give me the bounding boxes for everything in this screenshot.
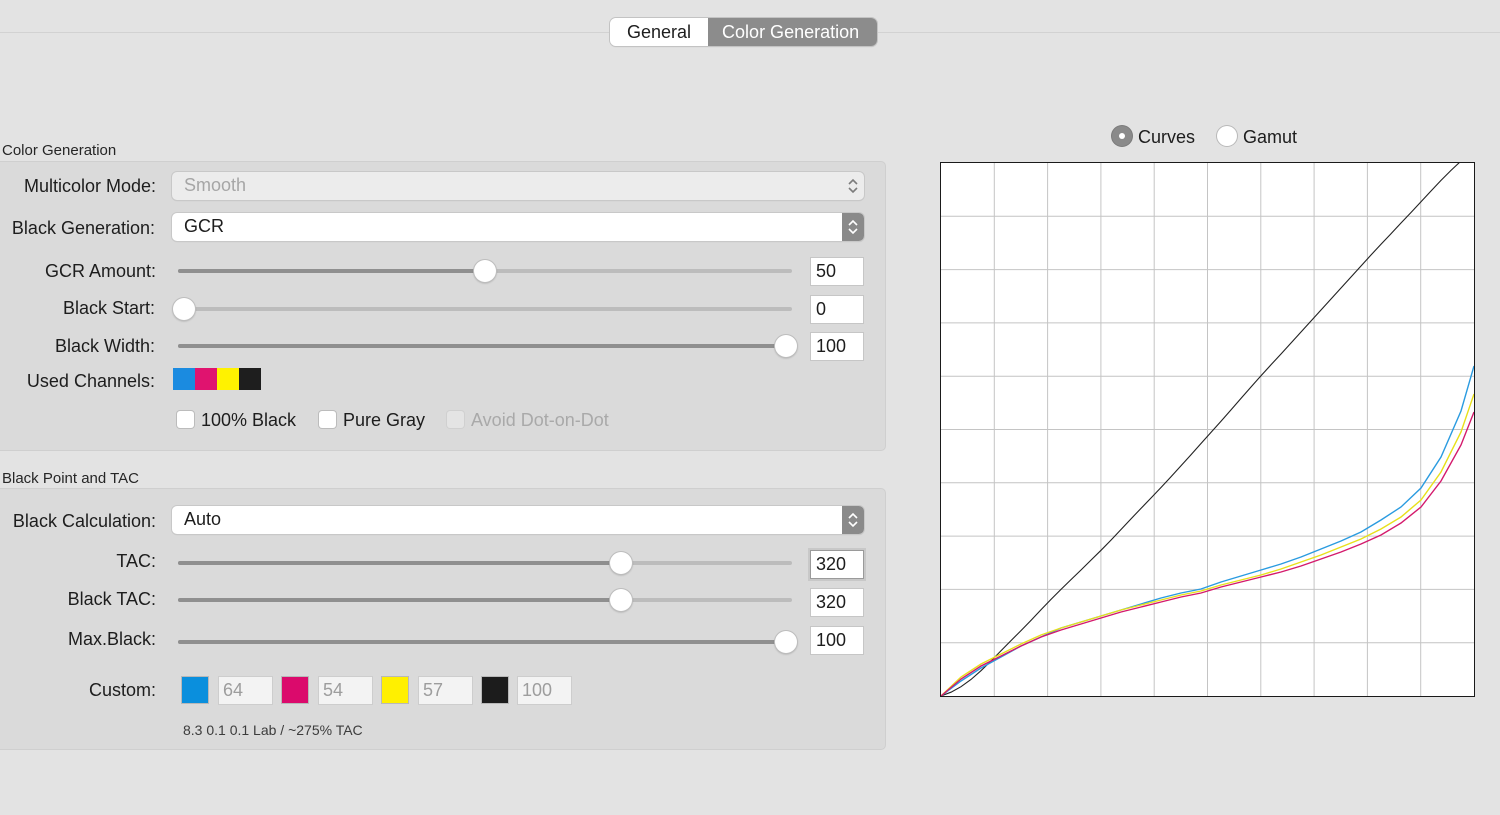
tac-label: TAC: — [116, 551, 156, 571]
black-tac-slider-track[interactable] — [178, 598, 792, 602]
used-channels-label: Used Channels: — [26, 371, 155, 391]
tac-slider-fill — [178, 561, 624, 565]
black-generation-value: GCR — [184, 216, 224, 236]
checkbox-pure-gray-label[interactable]: Pure Gray — [343, 410, 425, 431]
multicolor-mode-label: Multicolor Mode: — [23, 176, 156, 196]
black-width-slider-track[interactable] — [178, 344, 792, 348]
black-generation-label: Black Generation: — [11, 218, 155, 238]
black-start-slider-thumb[interactable] — [173, 298, 195, 320]
channel-chip-black — [239, 368, 261, 390]
multicolor-mode-select[interactable]: Smooth — [172, 172, 864, 200]
radio-gamut-label[interactable]: Gamut — [1243, 127, 1297, 148]
section-title-black-point: Black Point and TAC — [2, 470, 140, 487]
radio-curves[interactable] — [1112, 126, 1132, 146]
tab-bar: General Color Generation — [610, 18, 878, 46]
checkbox-100-black-label[interactable]: 100% Black — [201, 410, 296, 431]
gcr-amount-label: GCR Amount: — [44, 261, 156, 281]
up-down-arrows-icon — [842, 213, 864, 241]
max-black-label: Max.Black: — [67, 629, 156, 649]
gcr-amount-slider-fill — [178, 269, 485, 273]
custom-swatch-yellow[interactable] — [382, 677, 408, 703]
up-down-arrows-icon — [842, 506, 864, 534]
checkbox-avoid-dot-on-dot-label: Avoid Dot-on-Dot — [471, 410, 609, 430]
up-down-arrows-icon — [842, 172, 864, 200]
custom-label: Custom: — [88, 680, 156, 700]
black-tac-label: Black TAC: — [67, 589, 156, 609]
custom-swatch-black[interactable] — [482, 677, 508, 703]
black-tac-slider-fill — [178, 598, 624, 602]
curves-graph — [940, 160, 1475, 697]
tab-color-generation[interactable]: Color Generation — [708, 18, 878, 46]
max-black-slider-fill — [178, 640, 792, 644]
custom-input-yellow[interactable]: 57 — [419, 677, 472, 704]
black-width-label: Black Width: — [54, 336, 155, 356]
black-start-slider-track[interactable] — [178, 307, 792, 311]
multicolor-mode-value: Smooth — [184, 175, 247, 195]
lab-tac-note: 8.3 0.1 0.1 Lab / ~275% TAC — [183, 722, 363, 738]
black-width-field[interactable]: 100 — [811, 333, 863, 360]
channel-chip-cyan — [173, 368, 195, 390]
radio-gamut[interactable] — [1217, 126, 1237, 146]
custom-input-magenta[interactable]: 54 — [319, 677, 372, 704]
max-black-slider-thumb[interactable] — [775, 631, 797, 653]
custom-input-cyan[interactable]: 64 — [219, 677, 272, 704]
black-calculation-label: Black Calculation: — [12, 511, 156, 531]
radio-curves-label[interactable]: Curves — [1138, 127, 1195, 148]
tac-slider-thumb[interactable] — [610, 552, 633, 574]
black-calculation-value: Auto — [184, 509, 222, 529]
black-generation-select[interactable]: GCR — [172, 213, 864, 241]
checkbox-pure-gray[interactable] — [319, 411, 336, 428]
black-start-label: Black Start: — [62, 298, 155, 318]
checkbox-avoid-dot-on-dot — [447, 411, 464, 428]
black-tac-slider-thumb[interactable] — [610, 589, 633, 611]
channel-chip-magenta — [195, 368, 217, 390]
tac-field[interactable]: 320 — [811, 551, 863, 578]
tab-general[interactable]: General — [610, 18, 709, 46]
custom-input-black[interactable]: 100 — [518, 677, 571, 704]
gcr-amount-slider-thumb[interactable] — [474, 260, 496, 282]
channel-chip-yellow — [217, 368, 239, 390]
checkbox-100-black[interactable] — [177, 411, 194, 428]
custom-swatch-magenta[interactable] — [282, 677, 308, 703]
black-width-slider-fill — [178, 344, 792, 348]
black-width-slider-thumb[interactable] — [775, 335, 797, 357]
black-tac-field[interactable]: 320 — [811, 589, 863, 616]
tac-slider-track[interactable] — [178, 561, 792, 565]
max-black-field[interactable]: 100 — [811, 627, 863, 654]
black-calculation-select[interactable]: Auto — [172, 506, 864, 534]
gcr-amount-field[interactable]: 50 — [811, 258, 863, 285]
section-title-color-generation: Color Generation — [2, 142, 117, 159]
custom-swatch-cyan[interactable] — [182, 677, 208, 703]
black-start-field[interactable]: 0 — [811, 296, 863, 323]
max-black-slider-track[interactable] — [178, 640, 792, 644]
curves-graph-plot — [940, 160, 1475, 697]
